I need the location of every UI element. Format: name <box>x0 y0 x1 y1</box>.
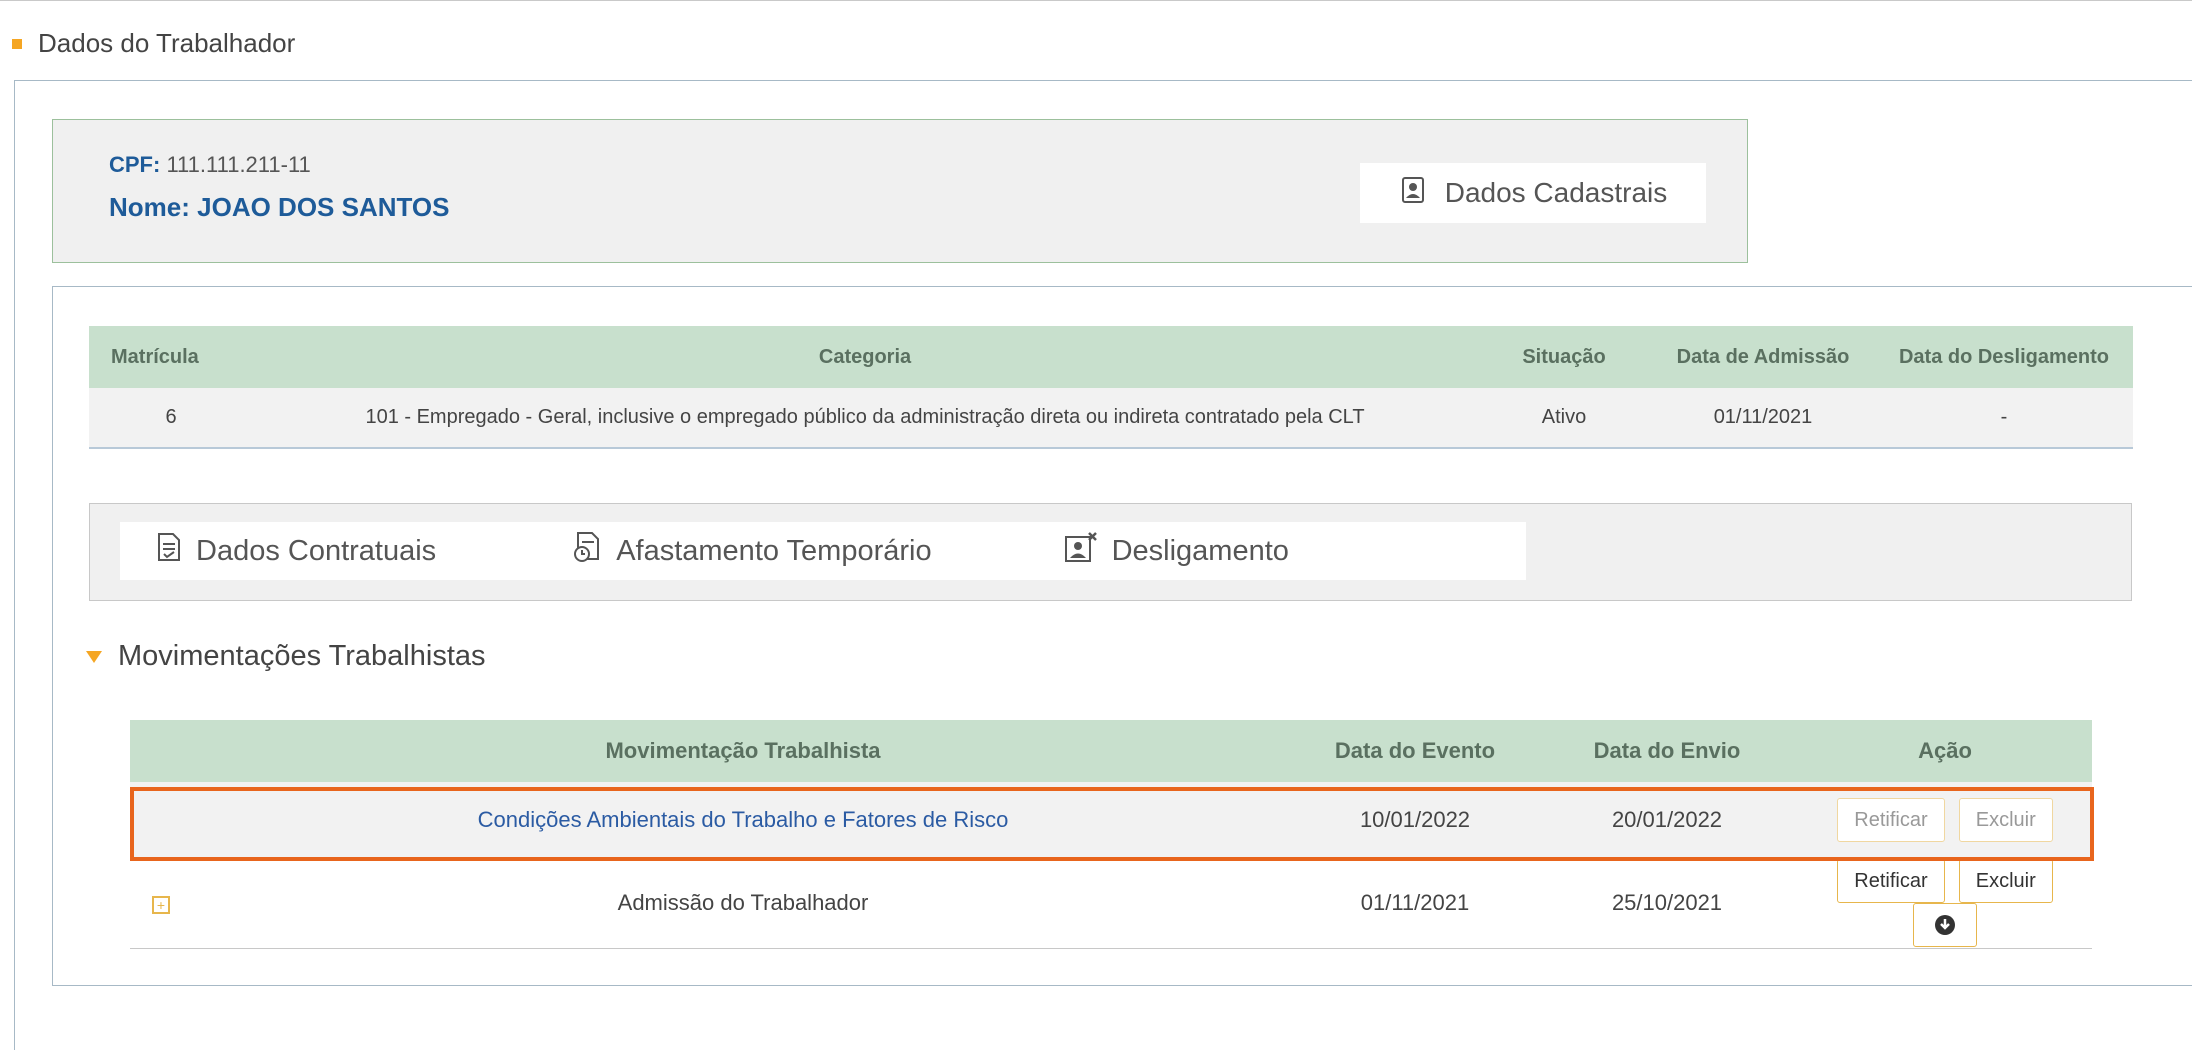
cell-situacao: Ativo <box>1541 406 1587 428</box>
contract-document-icon <box>156 532 182 570</box>
dados-cadastrais-button[interactable]: Dados Cadastrais <box>1360 163 1706 223</box>
tab-dados-contratuais-label: Dados Contratuais <box>196 534 437 567</box>
header-situacao: Situação <box>1522 345 1606 368</box>
header-acao: Ação <box>1918 738 1972 763</box>
cell-data-admissao: 01/11/2021 <box>1713 406 1813 428</box>
cell-data-desligamento: - <box>2000 406 2008 428</box>
cpf-label: CPF: <box>109 152 161 177</box>
square-bullet-icon <box>12 38 22 49</box>
header-movimentacao: Movimentação Trabalhista <box>605 738 881 763</box>
cell-expand[interactable]: + <box>130 858 192 949</box>
header-data-admissao: Data de Admissão <box>1676 345 1850 368</box>
tabs-bar: Dados Contratuais Afastamento Temporário <box>89 503 2132 601</box>
excluir-button[interactable]: Excluir <box>1958 859 2053 903</box>
cell-matricula: 6 <box>165 406 177 428</box>
tab-afastamento-temporario[interactable]: Afastamento Temporário <box>572 531 932 571</box>
header-data-evento: Data do Evento <box>1334 738 1496 763</box>
highlight-box <box>130 787 2094 861</box>
id-card-icon <box>1399 176 1427 211</box>
header-data-envio: Data do Envio <box>1593 738 1741 763</box>
plus-square-icon[interactable]: + <box>152 896 170 914</box>
worker-info-box: CPF: 111.111.211-11 Nome: JOAO DOS SANTO… <box>52 119 1748 263</box>
cell-acoes: Retificar Excluir <box>1798 858 2092 949</box>
name-value: JOAO DOS SANTOS <box>197 192 450 222</box>
header-matricula: Matrícula <box>111 345 199 368</box>
cell-categoria: 101 - Empregado - Geral, inclusive o emp… <box>365 406 1365 428</box>
retificar-button[interactable]: Retificar <box>1837 859 1945 903</box>
tab-desligamento[interactable]: Desligamento <box>1064 531 1289 571</box>
movimentacoes-title: Movimentações Trabalhistas <box>118 640 486 672</box>
caret-down-icon <box>86 650 102 663</box>
header-data-desligamento: Data do Desligamento <box>1898 345 2110 368</box>
cell-data-envio: 25/10/2021 <box>1611 890 1723 915</box>
section-title-text: Dados do Trabalhador <box>38 28 296 58</box>
name-line: Nome: JOAO DOS SANTOS <box>109 192 450 223</box>
movimentacoes-table-header-row: Movimentação Trabalhista Data do Evento … <box>130 720 2092 782</box>
table-row: + Admissão do Trabalhador 01/11/2021 25/… <box>130 858 2092 949</box>
cell-movimentacao: Admissão do Trabalhador <box>617 890 869 915</box>
download-button[interactable] <box>1913 903 1977 947</box>
cpf-value: 111.111.211-11 <box>166 152 311 177</box>
document-clock-icon <box>572 531 602 571</box>
section-title: Dados do Trabalhador <box>12 28 295 59</box>
dados-cadastrais-label: Dados Cadastrais <box>1444 177 1668 208</box>
table-row: 6 101 - Empregado - Geral, inclusive o e… <box>89 388 2133 448</box>
header-expand <box>130 720 192 782</box>
tabs-inner: Dados Contratuais Afastamento Temporário <box>120 522 1526 580</box>
header-categoria: Categoria <box>818 345 912 368</box>
cell-data-evento: 01/11/2021 <box>1360 890 1470 915</box>
tab-desligamento-label: Desligamento <box>1111 534 1289 567</box>
vinculo-table: Matrícula Categoria Situação Data de Adm… <box>89 326 2133 449</box>
cpf-line: CPF: 111.111.211-11 <box>109 152 311 178</box>
name-label: Nome: <box>109 192 190 222</box>
vinculo-table-header-row: Matrícula Categoria Situação Data de Adm… <box>89 326 2133 388</box>
user-remove-icon <box>1064 531 1098 571</box>
download-icon <box>1935 915 1955 935</box>
tab-dados-contratuais[interactable]: Dados Contratuais <box>156 532 436 570</box>
movimentacoes-toggle[interactable]: Movimentações Trabalhistas <box>86 640 486 673</box>
tab-afastamento-temporario-label: Afastamento Temporário <box>616 534 932 567</box>
